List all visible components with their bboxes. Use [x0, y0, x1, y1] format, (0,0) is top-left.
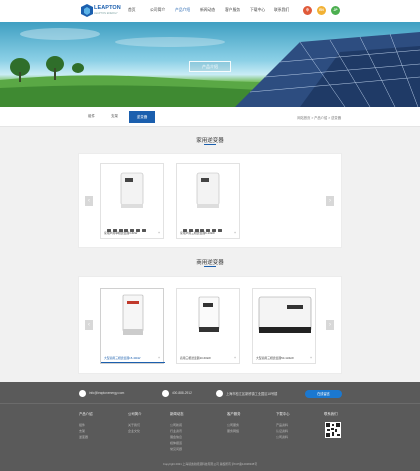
- plus-icon: +: [233, 356, 236, 360]
- lang-en-button[interactable]: EN: [317, 6, 326, 15]
- product-card[interactable]: 大型商用三相逆变器15-40kW +: [100, 288, 165, 364]
- footer-link[interactable]: 认证资料: [276, 429, 288, 433]
- location-icon: [216, 390, 223, 397]
- footer-link[interactable]: 支架: [79, 429, 85, 433]
- footer-address: 上海市松江区新桥镇工业园区18号楼: [226, 392, 278, 396]
- logo-text: LEAPTON: [94, 5, 121, 11]
- footer-link[interactable]: 服务网络: [227, 429, 239, 433]
- product-card-label: 大型商用三相逆变器50-110kW: [256, 356, 294, 360]
- section-underline: [204, 144, 216, 145]
- footer-col-heading[interactable]: 客户服务: [227, 411, 241, 416]
- nav-service[interactable]: 客户服务: [225, 8, 240, 13]
- footer-link[interactable]: 产品资料: [276, 423, 288, 427]
- footer-link[interactable]: 公司服务: [227, 423, 239, 427]
- phone-icon: [162, 390, 169, 397]
- plus-icon: +: [233, 231, 236, 235]
- nav-news[interactable]: 新闻动态: [200, 8, 215, 13]
- section-title-household: 家用逆变器: [196, 138, 224, 144]
- site-header: LEAPTON LEAPTON ENERGY 首页 公司简介 产品介绍 新闻动态…: [0, 0, 420, 22]
- banner-title: 产品介绍: [189, 61, 231, 72]
- section-underline: [204, 266, 216, 267]
- footer-link[interactable]: 行业资讯: [170, 429, 182, 433]
- inverter-image: [258, 296, 312, 333]
- copyright: Copyright 2021 上海领逸新能源科技有限公司 版权所有 沪ICP备1…: [162, 462, 258, 466]
- email-icon: [79, 390, 86, 397]
- footer-phone: 400-888-2912: [172, 391, 192, 395]
- product-card[interactable]: 大型商用三相逆变器50-110kW +: [252, 288, 316, 364]
- footer-link[interactable]: 公司新闻: [170, 423, 182, 427]
- section-title-commercial: 商用逆变器: [196, 260, 224, 266]
- inverter-image: [122, 294, 144, 335]
- nav-contact[interactable]: 联系我们: [274, 8, 289, 13]
- footer-col-heading[interactable]: 产品介绍: [79, 411, 93, 416]
- certification-icons: [107, 219, 159, 232]
- footer-col-heading[interactable]: 公司简介: [128, 411, 142, 416]
- site-footer: info@leaptonenergy.com 400-888-2912 上海市松…: [0, 382, 420, 471]
- product-card-label: 大型商用三相逆变器15-40kW: [104, 356, 141, 360]
- inverter-image: [120, 172, 144, 208]
- carousel-next-arrow-icon[interactable]: ›: [326, 196, 334, 206]
- logo[interactable]: LEAPTON LEAPTON ENERGY: [81, 4, 121, 18]
- lang-jp-button[interactable]: JP: [331, 6, 340, 15]
- footer-link[interactable]: 常见问题: [170, 447, 182, 451]
- tab-inverters[interactable]: 逆变器: [129, 111, 155, 123]
- footer-email[interactable]: info@leaptonenergy.com: [89, 391, 124, 395]
- tab-brackets[interactable]: 支架: [111, 114, 118, 119]
- product-card[interactable]: 家用户用单相逆变器3-6kW +: [100, 163, 164, 239]
- nav-home[interactable]: 首页: [128, 8, 136, 13]
- lang-cn-button[interactable]: 中: [303, 6, 312, 15]
- logo-subtext: LEAPTON ENERGY: [94, 12, 118, 15]
- carousel-prev-arrow-icon[interactable]: ‹: [85, 196, 93, 206]
- footer-col-heading[interactable]: 下载中心: [276, 411, 290, 416]
- nav-company[interactable]: 公司简介: [150, 8, 165, 13]
- product-card[interactable]: 商用三相逆变器20-60kW +: [176, 288, 240, 364]
- footer-col-heading[interactable]: 新闻动态: [170, 411, 184, 416]
- footer-contact-bar: info@leaptonenergy.com 400-888-2912 上海市松…: [0, 382, 420, 404]
- breadcrumb: 网站首页 > 产品介绍 > 逆变器: [297, 116, 341, 120]
- footer-link[interactable]: 展会信息: [170, 435, 182, 439]
- footer-link[interactable]: 媒体报道: [170, 441, 182, 445]
- product-card[interactable]: 家用户用三相逆变器6-10kW +: [176, 163, 240, 239]
- product-card-label: 家用户用三相逆变器6-10kW: [180, 231, 215, 235]
- inverter-image: [196, 172, 220, 208]
- selected-underline: [101, 362, 165, 363]
- footer-link[interactable]: 公司资料: [276, 435, 288, 439]
- footer-col-heading[interactable]: 联系我们: [324, 411, 338, 416]
- plus-icon: +: [309, 356, 312, 360]
- footer-link[interactable]: 关于我们: [128, 423, 140, 427]
- footer-link[interactable]: 逆变器: [79, 435, 88, 439]
- logo-icon: [81, 4, 93, 17]
- plus-icon: +: [157, 231, 160, 235]
- online-message-button[interactable]: 在线留言: [305, 390, 342, 398]
- carousel-prev-arrow-icon[interactable]: ‹: [85, 320, 93, 330]
- tab-modules[interactable]: 组件: [88, 114, 95, 119]
- hero-banner: 产品介绍: [0, 22, 420, 107]
- product-card-label: 商用三相逆变器20-60kW: [180, 356, 211, 360]
- inverter-image: [198, 296, 220, 332]
- certification-icons: [183, 219, 235, 232]
- nav-download[interactable]: 下载中心: [250, 8, 265, 13]
- nav-products[interactable]: 产品介绍: [175, 8, 190, 13]
- footer-link[interactable]: 企业文化: [128, 429, 140, 433]
- product-card-label: 家用户用单相逆变器3-6kW: [104, 231, 138, 235]
- carousel-next-arrow-icon[interactable]: ›: [326, 320, 334, 330]
- footer-link[interactable]: 组件: [79, 423, 85, 427]
- plus-icon: +: [157, 356, 160, 360]
- category-tabs-bar: 组件 支架 逆变器 网站首页 > 产品介绍 > 逆变器: [0, 107, 420, 127]
- qr-code-icon: [325, 422, 341, 438]
